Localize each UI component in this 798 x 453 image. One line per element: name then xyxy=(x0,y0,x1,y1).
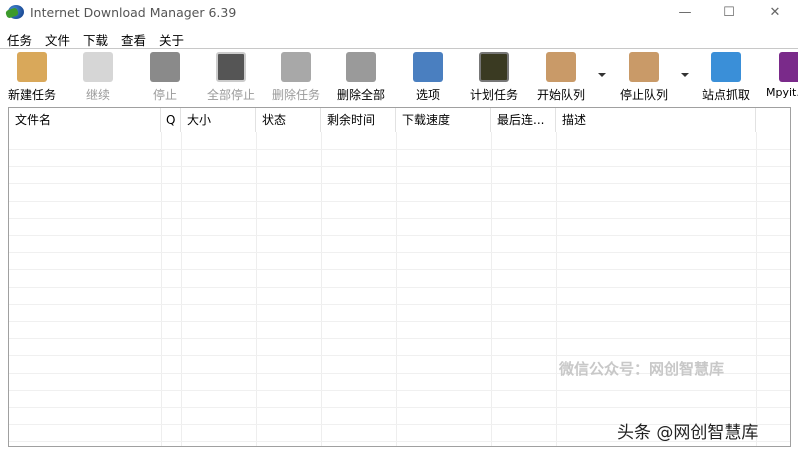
window-title: Internet Download Manager 6.39 xyxy=(30,5,237,20)
stop-icon xyxy=(150,52,180,82)
grid-row-line xyxy=(9,321,790,322)
menu-download[interactable]: 下载 xyxy=(83,30,108,49)
start-queue-icon xyxy=(546,52,576,82)
grid-row-line xyxy=(9,149,790,150)
mpyit-button[interactable]: Mpyit... xyxy=(766,52,798,99)
grid-row-line xyxy=(9,407,790,408)
grid-column-line xyxy=(396,132,397,446)
options-label: 选项 xyxy=(415,88,440,102)
grid-row-line xyxy=(9,235,790,236)
grid-row-line xyxy=(9,183,790,185)
stop-queue-label: 停止队列 xyxy=(619,88,668,102)
grid-column-line xyxy=(491,132,492,446)
col-last-try[interactable]: 最后连... xyxy=(491,108,556,132)
start-queue-dropdown-icon[interactable] xyxy=(598,73,606,77)
stop-all-icon xyxy=(216,52,246,82)
scheduler-label: 计划任务 xyxy=(469,88,518,102)
grid-column-line xyxy=(756,132,757,446)
grid-column-line xyxy=(321,132,322,446)
col-status[interactable]: 状态 xyxy=(256,108,321,132)
scheduler-button[interactable]: 计划任务 xyxy=(468,52,520,103)
grid-row-line xyxy=(9,303,790,305)
maximize-button[interactable]: ☐ xyxy=(714,4,744,22)
stop-queue-dropdown-icon[interactable] xyxy=(681,73,689,77)
col-description[interactable]: 描述 xyxy=(556,108,756,132)
new-task-icon xyxy=(17,52,47,82)
watermark-toutiao: 头条 @网创智慧库 xyxy=(617,423,759,443)
grid-column-line xyxy=(256,132,257,446)
download-list[interactable]: 文件名 Q 大小 状态 剩余时间 下载速度 最后连... 描述 xyxy=(8,107,791,447)
grid-row-line xyxy=(9,217,790,219)
new-task-label: 新建任务 xyxy=(7,88,56,102)
stop-label: 停止 xyxy=(152,88,177,102)
grid-row-line xyxy=(9,166,790,168)
stop-all-button[interactable]: 全部停止 xyxy=(205,52,257,103)
options-button[interactable]: 选项 xyxy=(410,52,446,103)
title-bar: Internet Download Manager 6.39 — ☐ ✕ xyxy=(0,0,798,26)
menu-view[interactable]: 查看 xyxy=(121,30,146,49)
site-grabber-button[interactable]: 站点抓取 xyxy=(700,52,752,103)
idm-logo-icon xyxy=(8,5,24,19)
menu-about[interactable]: 关于 xyxy=(159,30,184,49)
delete-all-button[interactable]: 删除全部 xyxy=(335,52,387,103)
mpyit-label: Mpyit... xyxy=(766,86,798,99)
scheduler-icon xyxy=(479,52,509,82)
grid-row-line xyxy=(9,338,790,340)
minimize-button[interactable]: — xyxy=(670,4,700,22)
options-icon xyxy=(413,52,443,82)
start-queue-button[interactable]: 开始队列 xyxy=(535,52,587,103)
grid-column-line xyxy=(161,132,162,446)
grid-row-line xyxy=(9,252,790,254)
stop-queue-button[interactable]: 停止队列 xyxy=(618,52,670,103)
watermark-wechat: 微信公众号：网创智慧库 xyxy=(559,360,725,378)
menu-bar: 任务 文件 下载 查看 关于 xyxy=(0,28,798,48)
col-speed[interactable]: 下载速度 xyxy=(396,108,491,132)
col-queue[interactable]: Q xyxy=(161,108,181,132)
col-filename[interactable]: 文件名 xyxy=(9,108,161,132)
grid-row-line xyxy=(9,269,790,271)
stop-queue-icon xyxy=(629,52,659,82)
grid-column-line xyxy=(181,132,182,446)
grid-row-line xyxy=(9,389,790,391)
close-button[interactable]: ✕ xyxy=(760,4,790,22)
grid-row-line xyxy=(9,200,790,202)
delete-all-icon xyxy=(346,52,376,82)
delete-task-icon xyxy=(281,52,311,82)
col-time-left[interactable]: 剩余时间 xyxy=(321,108,396,132)
delete-task-button[interactable]: 删除任务 xyxy=(270,52,322,103)
column-header: 文件名 Q 大小 状态 剩余时间 下载速度 最后连... 描述 xyxy=(9,108,790,132)
resume-label: 继续 xyxy=(85,88,110,102)
col-size[interactable]: 大小 xyxy=(181,108,256,132)
toolbar: 新建任务 继续 停止 全部停止 删除任务 删除全部 选项 计划任务 开始队列 停… xyxy=(0,48,798,104)
resume-button[interactable]: 继续 xyxy=(78,52,118,103)
stop-button[interactable]: 停止 xyxy=(145,52,185,103)
grid-column-line xyxy=(556,132,557,446)
site-grabber-icon xyxy=(711,52,741,82)
grid-row-line xyxy=(9,286,790,288)
new-task-button[interactable]: 新建任务 xyxy=(7,52,57,103)
resume-icon xyxy=(83,52,113,82)
start-queue-label: 开始队列 xyxy=(536,88,585,102)
grid-row-line xyxy=(9,355,790,357)
stop-all-label: 全部停止 xyxy=(206,88,255,102)
delete-all-label: 删除全部 xyxy=(336,88,385,102)
menu-file[interactable]: 文件 xyxy=(45,30,70,49)
mpyit-icon xyxy=(779,52,798,82)
site-grabber-label: 站点抓取 xyxy=(701,88,750,102)
menu-tasks[interactable]: 任务 xyxy=(7,30,32,49)
delete-task-label: 删除任务 xyxy=(271,88,320,102)
